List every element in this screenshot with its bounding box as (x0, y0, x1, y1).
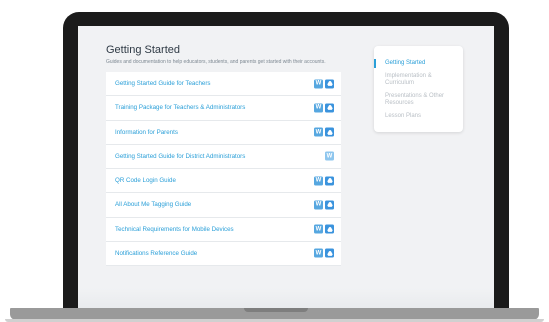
badge-group: W (314, 176, 334, 186)
badge-group: W (314, 248, 334, 258)
guide-link[interactable]: Information for Parents (115, 129, 178, 136)
word-doc-icon[interactable]: W (325, 151, 334, 161)
word-doc-icon[interactable]: W (314, 79, 323, 89)
page-title: Getting Started (106, 44, 180, 56)
side-nav: Getting Started Implementation & Curricu… (374, 46, 463, 132)
guide-item[interactable]: All About Me Tagging Guide W (106, 193, 341, 218)
word-doc-icon[interactable]: W (314, 248, 323, 258)
guide-link[interactable]: All About Me Tagging Guide (115, 201, 191, 208)
guide-item[interactable]: Getting Started Guide for District Admin… (106, 144, 341, 169)
laptop-screen: Getting Started Guides and documentation… (78, 26, 494, 308)
google-drive-icon[interactable] (325, 127, 334, 137)
google-drive-icon[interactable] (325, 176, 334, 186)
word-doc-icon[interactable]: W (314, 224, 323, 234)
guide-item[interactable]: Technical Requirements for Mobile Device… (106, 217, 341, 242)
google-drive-icon[interactable] (325, 103, 334, 113)
guide-item[interactable]: Information for Parents W (106, 120, 341, 145)
word-doc-icon[interactable]: W (314, 176, 323, 186)
guide-item[interactable]: QR Code Login Guide W (106, 169, 341, 194)
word-doc-icon[interactable]: W (314, 200, 323, 210)
guide-item[interactable]: Training Package for Teachers & Administ… (106, 96, 341, 121)
badge-group: W (314, 127, 334, 137)
nav-item-lesson-plans[interactable]: Lesson Plans (385, 113, 459, 120)
badge-group: W (314, 103, 334, 113)
google-drive-icon[interactable] (325, 79, 334, 89)
nav-item-implementation[interactable]: Implementation & Curriculum (385, 73, 459, 87)
google-drive-icon[interactable] (325, 224, 334, 234)
guide-link[interactable]: Getting Started Guide for District Admin… (115, 153, 245, 160)
active-indicator (374, 59, 376, 68)
guide-link[interactable]: Notifications Reference Guide (115, 250, 197, 257)
badge-group: W (314, 224, 334, 234)
word-doc-icon[interactable]: W (314, 127, 323, 137)
nav-item-presentations[interactable]: Presentations & Other Resources (385, 93, 459, 107)
laptop-hinge-notch (244, 308, 308, 312)
nav-item-getting-started[interactable]: Getting Started (385, 60, 459, 67)
guide-link[interactable]: Training Package for Teachers & Administ… (115, 104, 245, 111)
guide-link[interactable]: Getting Started Guide for Teachers (115, 80, 211, 87)
badge-group: W (325, 151, 334, 161)
page-footer-area (78, 288, 494, 308)
guide-link[interactable]: Technical Requirements for Mobile Device… (115, 226, 234, 233)
guide-item[interactable]: Notifications Reference Guide W (106, 241, 341, 266)
word-doc-icon[interactable]: W (314, 103, 323, 113)
guide-item[interactable]: Getting Started Guide for Teachers W (106, 72, 341, 97)
page-description: Guides and documentation to help educato… (106, 59, 326, 65)
google-drive-icon[interactable] (325, 248, 334, 258)
guide-list: Getting Started Guide for Teachers W Tra… (106, 72, 341, 266)
badge-group: W (314, 79, 334, 89)
google-drive-icon[interactable] (325, 200, 334, 210)
guide-link[interactable]: QR Code Login Guide (115, 177, 176, 184)
badge-group: W (314, 200, 334, 210)
